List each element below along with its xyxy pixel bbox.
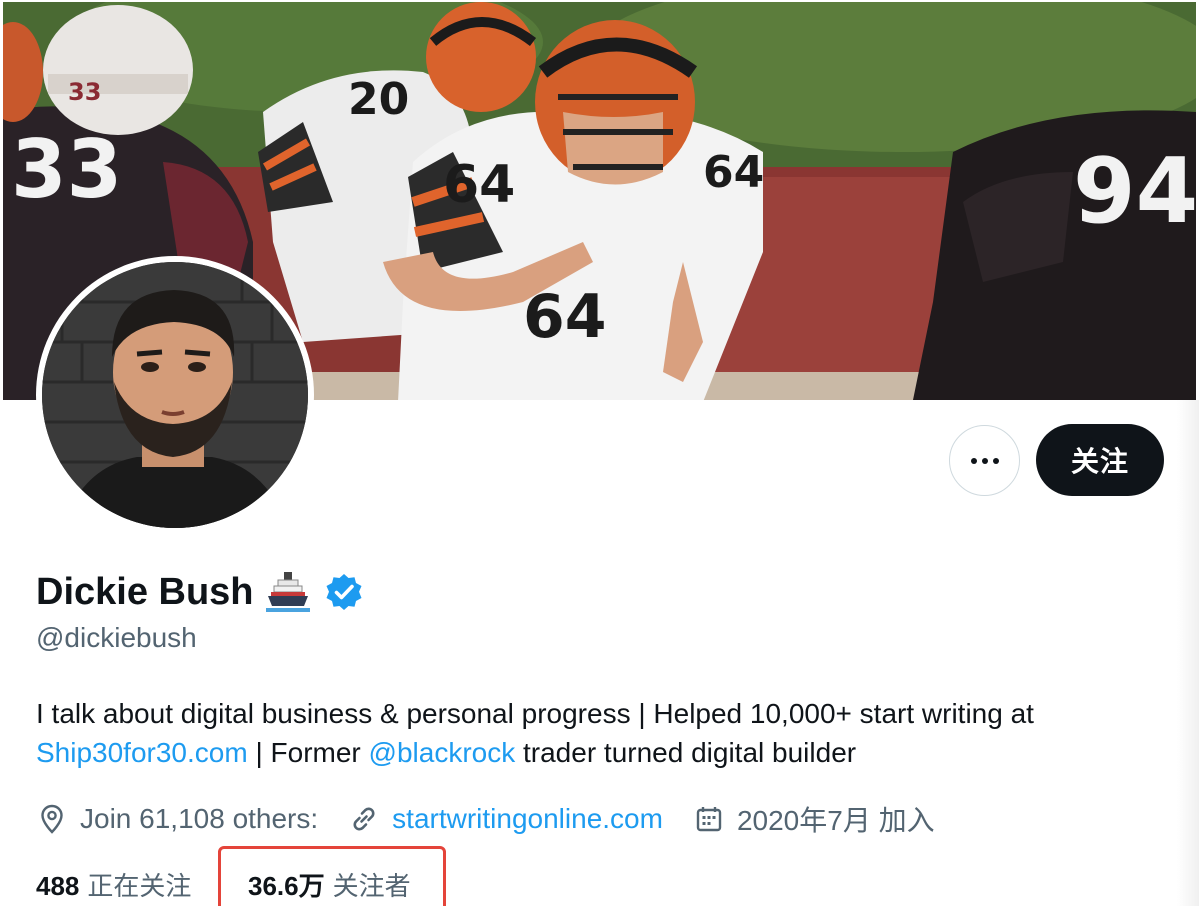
joined-date: 2020年7月 加入 (736, 805, 935, 836)
profile-meta: Join 61,108 others: startwritingonline.c… (36, 798, 965, 840)
profile-name-row: Dickie Bush (36, 566, 364, 618)
link-icon (353, 807, 375, 831)
profile-stats: 488 正在关注 (36, 864, 191, 904)
following-label: 正在关注 (87, 870, 192, 901)
following-stat[interactable]: 488 正在关注 (36, 866, 191, 903)
svg-text:64: 64 (703, 147, 764, 198)
ship-icon (264, 568, 312, 616)
location-text: Join 61,108 others: (80, 803, 319, 834)
bio-mention-blackrock[interactable]: @blackrock (369, 737, 516, 768)
bio-link-ship30for30[interactable]: Ship30for30.com (36, 737, 248, 768)
bio-line-1: I talk about digital business & personal… (36, 698, 1034, 729)
joined-item: 2020年7月 加入 (693, 799, 935, 839)
banner-jersey-number: 20 (348, 74, 409, 125)
profile-bio: I talk about digital business & personal… (36, 694, 1166, 772)
more-icon (970, 457, 999, 464)
avatar-photo (42, 262, 308, 528)
following-count: 488 (36, 870, 80, 901)
profile-handle: @dickiebush (36, 622, 197, 653)
bio-text: trader turned digital builder (515, 737, 857, 768)
website-item[interactable]: startwritingonline.com (348, 803, 663, 835)
verified-badge-icon[interactable] (324, 572, 364, 612)
followers-stat[interactable]: 36.6万 关注者 (248, 864, 411, 904)
location-item: Join 61,108 others: (36, 803, 318, 835)
bio-line-2: Ship30for30.com | Former @blackrock trad… (36, 733, 1166, 772)
bio-text: | Former (247, 737, 369, 768)
location-pin-icon (41, 804, 63, 834)
followers-count: 36.6万 (248, 870, 325, 901)
website-link[interactable]: startwritingonline.com (392, 803, 663, 835)
display-name: Dickie Bush (36, 570, 254, 613)
avatar[interactable] (36, 256, 314, 534)
calendar-icon (696, 807, 722, 832)
banner-jersey-number: 64 (443, 155, 515, 215)
banner-jersey-number-large: 33 (11, 123, 122, 216)
banner-jersey-number: 94 (1073, 139, 1196, 244)
followers-label: 关注者 (332, 870, 411, 901)
more-options-button[interactable] (949, 425, 1020, 496)
banner-jersey-number: 33 (68, 78, 101, 106)
page-edge-shadow (1177, 400, 1199, 906)
follow-button[interactable]: 关注 (1036, 424, 1164, 496)
